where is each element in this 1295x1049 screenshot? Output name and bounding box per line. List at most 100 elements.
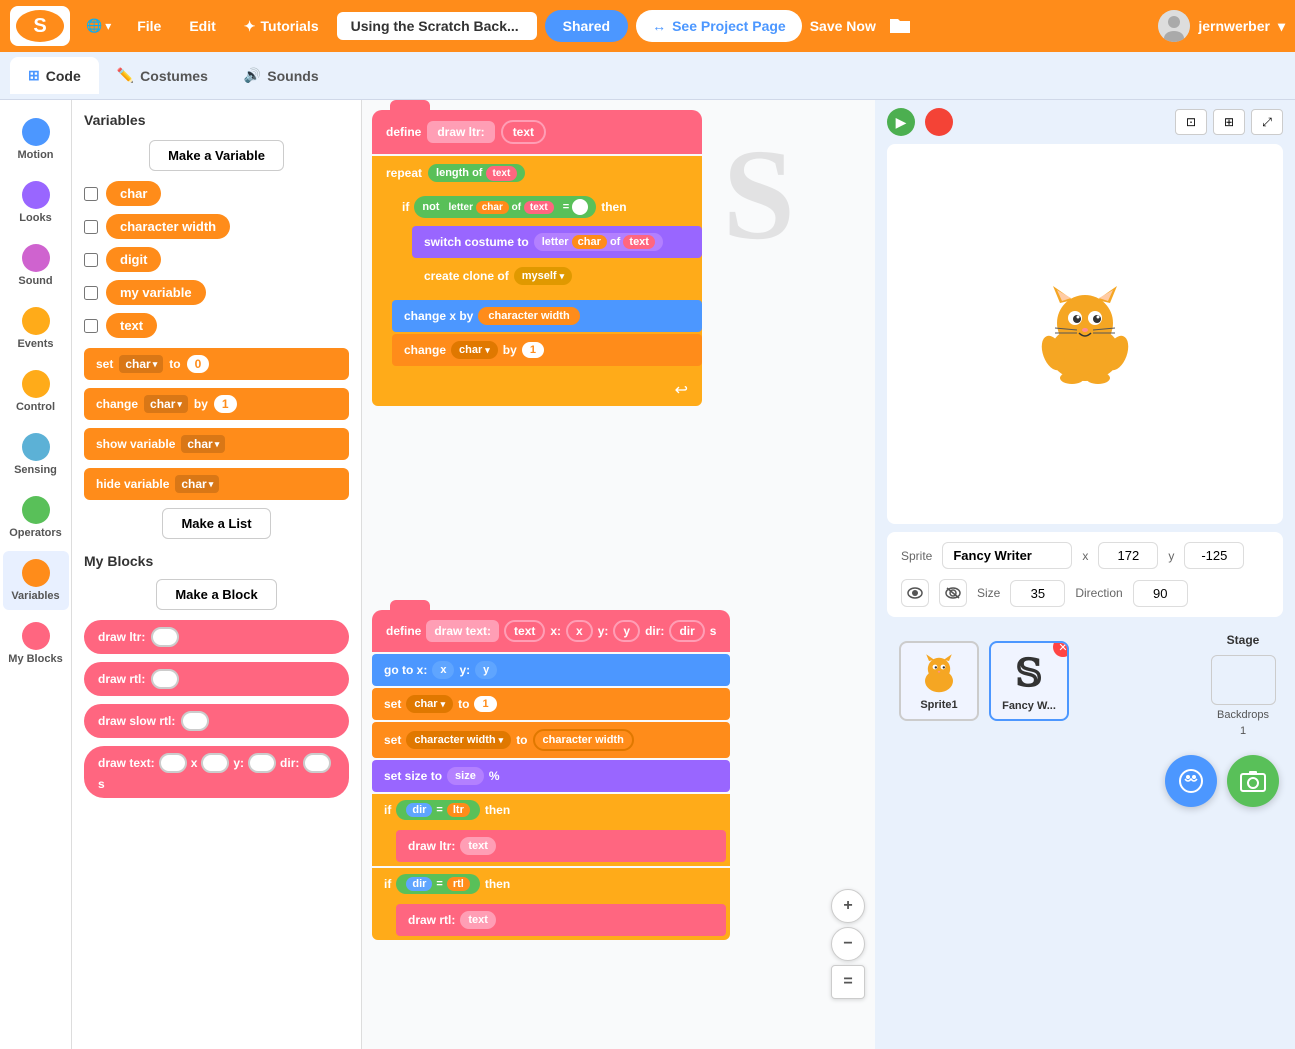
size-input[interactable] — [1010, 580, 1065, 607]
sidebar-item-sound[interactable]: Sound — [3, 236, 69, 295]
custom-block-draw-text[interactable]: draw text: x y: dir: s — [84, 746, 349, 798]
project-title-input[interactable] — [337, 12, 537, 40]
user-menu[interactable]: jernwerber ▾ — [1158, 10, 1285, 42]
sidebar-item-control[interactable]: Control — [3, 362, 69, 421]
set-variable-block[interactable]: set char ▾ to 0 — [84, 348, 349, 380]
sidebar-item-operators[interactable]: Operators — [3, 488, 69, 547]
var-checkbox-char[interactable] — [84, 187, 98, 201]
draw-text-input4[interactable] — [303, 753, 331, 773]
change-char-block[interactable]: change char ▾ by 1 — [392, 334, 702, 366]
draw-text-input3[interactable] — [248, 753, 276, 773]
globe-menu[interactable]: 🌐 ▾ — [78, 14, 119, 38]
change-var-dropdown[interactable]: char ▾ — [144, 395, 188, 413]
green-flag-button[interactable]: ▶ — [887, 108, 915, 136]
create-clone-block[interactable]: create clone of myself ▾ — [412, 260, 702, 292]
set-var-value[interactable]: 0 — [187, 355, 210, 373]
delete-sprite-button[interactable]: ✕ — [1053, 641, 1069, 657]
draw-rtl-input[interactable] — [151, 669, 179, 689]
draw-ltr-call-block[interactable]: draw ltr: text — [396, 830, 726, 862]
sidebar-item-sensing[interactable]: Sensing — [3, 425, 69, 484]
set-charwidth-block[interactable]: set character width ▾ to character width — [372, 722, 730, 758]
make-variable-button[interactable]: Make a Variable — [149, 140, 284, 171]
var-badge-charwidth[interactable]: character width — [106, 214, 230, 239]
sprite-thumb-sprite1[interactable]: Sprite1 — [899, 641, 979, 721]
define-draw-ltr-block[interactable]: define draw ltr: text — [372, 110, 702, 154]
draw-slow-rtl-input[interactable] — [181, 711, 209, 731]
add-sprite-photo-button[interactable] — [1227, 755, 1279, 807]
make-block-button[interactable]: Make a Block — [156, 579, 276, 610]
sidebar-item-looks[interactable]: Looks — [3, 173, 69, 232]
var-badge-char[interactable]: char — [106, 181, 161, 206]
folder-button[interactable] — [884, 11, 916, 42]
tutorials-menu[interactable]: ✦ Code Tutorials — [234, 14, 329, 39]
direction-input[interactable] — [1133, 580, 1188, 607]
set-var-dropdown[interactable]: char ▾ — [119, 355, 163, 373]
scratch-logo[interactable]: S — [10, 6, 70, 46]
sidebar-item-myblocks[interactable]: My Blocks — [3, 614, 69, 673]
zoom-reset-button[interactable]: = — [831, 965, 865, 999]
draw-rtl-call-block[interactable]: draw rtl: text — [396, 904, 726, 936]
x-coord-input[interactable] — [1098, 542, 1158, 569]
sprite-thumb-fancy-writer[interactable]: ✕ 𝕊 Fancy W... — [989, 641, 1069, 721]
draw-text-input2[interactable] — [201, 753, 229, 773]
var-badge-text[interactable]: text — [106, 313, 157, 338]
var-checkbox-digit[interactable] — [84, 253, 98, 267]
switch-costume-block[interactable]: switch costume to letter char of text — [412, 226, 702, 258]
custom-block-draw-slow-rtl[interactable]: draw slow rtl: — [84, 704, 349, 738]
fullscreen-button[interactable]: ⤢ — [1251, 109, 1283, 135]
draw-ltr-input[interactable] — [151, 627, 179, 647]
set-size-block[interactable]: set size to size % — [372, 760, 730, 792]
stop-button[interactable] — [925, 108, 953, 136]
var-checkbox-charwidth[interactable] — [84, 220, 98, 234]
hide-sprite-button[interactable] — [939, 579, 967, 607]
see-project-button[interactable]: ↔ See Project Page — [636, 10, 802, 42]
var-checkbox-myvariable[interactable] — [84, 286, 98, 300]
tab-sounds[interactable]: 🔊 Sounds — [226, 57, 337, 94]
sidebar-item-variables[interactable]: Variables — [3, 551, 69, 610]
var-checkbox-text[interactable] — [84, 319, 98, 333]
if-not-letter-block[interactable]: if not letter char of text = then — [392, 190, 702, 224]
if-dir-rtl-block[interactable]: if dir = rtl then — [372, 868, 730, 900]
if-dir-ltr-block[interactable]: if dir = ltr then — [372, 794, 730, 826]
custom-block-draw-ltr[interactable]: draw ltr: — [84, 620, 349, 654]
arrows-icon: ↔ — [652, 18, 666, 34]
operators-label: Operators — [9, 527, 62, 539]
draw-text-input1[interactable] — [159, 753, 187, 773]
blocks-canvas[interactable]: define draw ltr: text repeat length of t… — [362, 100, 875, 1049]
make-list-button[interactable]: Make a List — [162, 508, 270, 539]
var-badge-myvariable[interactable]: my variable — [106, 280, 206, 305]
sprite1-label: Sprite1 — [920, 699, 957, 711]
stage-backdrop-thumbnail[interactable] — [1211, 655, 1276, 705]
var-item-digit: digit — [84, 247, 349, 272]
change-x-by-block[interactable]: change x by character width — [392, 300, 702, 332]
tab-code[interactable]: ⊞ Code — [10, 57, 99, 94]
add-sprite-cat-button[interactable] — [1165, 755, 1217, 807]
tab-costumes[interactable]: ✏️ Costumes — [99, 57, 226, 94]
sidebar-item-motion[interactable]: Motion — [3, 110, 69, 169]
change-var-value[interactable]: 1 — [214, 395, 237, 413]
sprite-name-input[interactable] — [942, 542, 1072, 569]
edit-menu[interactable]: Edit — [179, 14, 225, 38]
file-menu[interactable]: File — [127, 14, 171, 38]
zoom-out-button[interactable]: − — [831, 927, 865, 961]
layout-large-button[interactable]: ⊞ — [1213, 109, 1245, 135]
shared-button[interactable]: Shared — [545, 10, 628, 42]
y-coord-input[interactable] — [1184, 542, 1244, 569]
go-to-xy-block[interactable]: go to x: x y: y — [372, 654, 730, 686]
zoom-in-button[interactable]: + — [831, 889, 865, 923]
var-badge-digit[interactable]: digit — [106, 247, 161, 272]
sidebar-item-events[interactable]: Events — [3, 299, 69, 358]
code-icon: ⊞ — [28, 67, 40, 84]
define-draw-text-block[interactable]: define draw text: text x: x y: y dir: di… — [372, 610, 730, 652]
show-var-dropdown[interactable]: char ▾ — [181, 435, 225, 453]
show-variable-block[interactable]: show variable char ▾ — [84, 428, 349, 460]
change-variable-block[interactable]: change char ▾ by 1 — [84, 388, 349, 420]
repeat-length-block[interactable]: repeat length of text — [372, 156, 702, 190]
hide-var-dropdown[interactable]: char ▾ — [175, 475, 219, 493]
save-now-button[interactable]: Save Now — [810, 18, 876, 34]
custom-block-draw-rtl[interactable]: draw rtl: — [84, 662, 349, 696]
set-char-1-block[interactable]: set char ▾ to 1 — [372, 688, 730, 720]
hide-variable-block[interactable]: hide variable char ▾ — [84, 468, 349, 500]
show-sprite-button[interactable] — [901, 579, 929, 607]
layout-small-button[interactable]: ⊡ — [1175, 109, 1207, 135]
